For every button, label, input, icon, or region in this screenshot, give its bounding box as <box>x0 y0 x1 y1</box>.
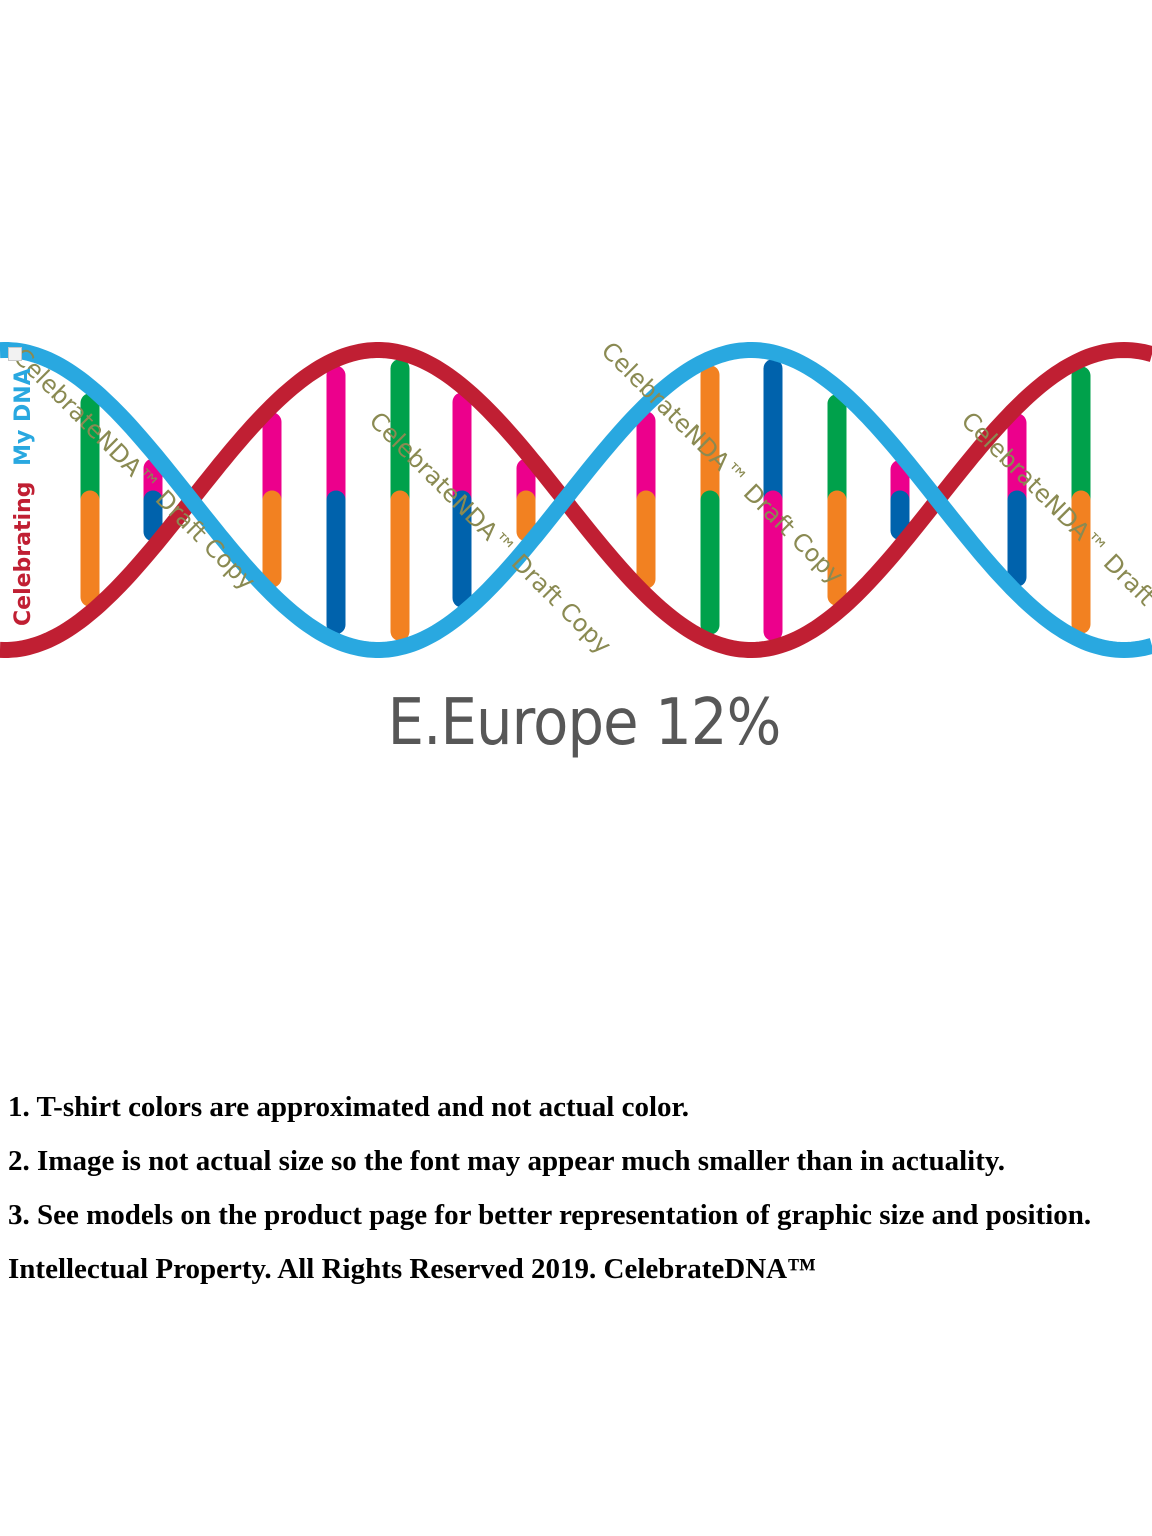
dna-graphic: CelebrateNDA™ Draft Copy CelebrateNDA™ D… <box>0 340 1152 670</box>
brand-logo-text-accent: My DNA <box>11 368 36 466</box>
dna-helix-svg: CelebrateNDA™ Draft Copy CelebrateNDA™ D… <box>0 340 1152 660</box>
copyright-text: Intellectual Property. All Rights Reserv… <box>8 1253 817 1285</box>
broken-image-icon <box>8 347 22 361</box>
watermark-group: CelebrateNDA™ Draft Copy CelebrateNDA™ D… <box>8 340 1152 660</box>
svg-text:Celebrating My DNA: Celebrating My DNA <box>11 368 36 626</box>
notes-section: 1. T-shirt colors are approximated and n… <box>8 1088 1128 1304</box>
note-item: 1. T-shirt colors are approximated and n… <box>8 1091 689 1123</box>
note-item: 3. See models on the product page for be… <box>8 1199 1092 1231</box>
note-item: 2. Image is not actual size so the font … <box>8 1145 1006 1177</box>
brand-logo: Celebrating My DNA <box>11 368 36 626</box>
brand-logo-text: Celebrating <box>11 482 36 626</box>
design-text: E.Europe 12% <box>387 686 782 760</box>
